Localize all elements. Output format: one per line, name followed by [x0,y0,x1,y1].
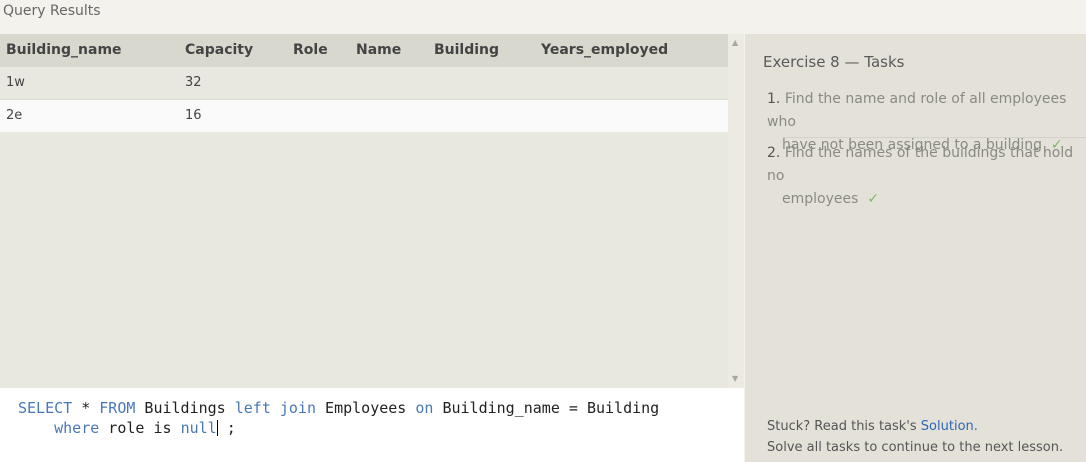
table-row: 2e 16 [0,100,728,132]
task-text: Find the names of the buildings that hol… [767,145,1074,184]
column-header-name: Name [356,42,402,58]
task-text: employees [782,191,859,207]
task-line: 1. Find the name and role of all employe… [767,88,1085,134]
sql-keyword: on [415,399,434,417]
sql-text: Building_name = Building [433,399,660,417]
triangle-down-icon[interactable]: ▼ [732,375,738,383]
column-header-role: Role [293,42,328,58]
continue-hint: Solve all tasks to continue to the next … [767,440,1064,455]
results-table: Building_name Capacity Role Name Buildin… [0,34,728,388]
task-divider [782,137,1086,138]
column-header-capacity: Capacity [185,42,254,58]
query-results-header: Query Results [0,0,744,34]
task-number: 2. [767,145,781,161]
sql-text: Employees [316,399,416,417]
stuck-hint: Stuck? Read this task's Solution. [767,419,978,434]
sql-exercise-app: Query Results Building_name Capacity Rol… [0,0,1086,462]
tasks-panel: Exercise 8 — Tasks 1. Find the name and … [745,34,1086,462]
column-header-years-employed: Years_employed [541,42,669,58]
sql-text: Buildings [135,399,235,417]
table-cell: 1w [6,75,25,90]
sql-keyword: where [54,419,100,437]
query-results-title: Query Results [3,3,101,19]
table-cell: 2e [6,108,23,123]
task-item: 2. Find the names of the buildings that … [767,142,1085,211]
sql-text: ; [217,419,236,437]
sql-editor[interactable]: SELECT * FROM Buildings left join Employ… [0,388,744,462]
sql-indent [18,419,54,437]
task-number: 1. [767,91,781,107]
sql-text: * [72,399,100,417]
column-header-building: Building [434,42,500,58]
sql-text: role is [99,419,181,437]
checkmark-icon: ✓ [867,191,880,207]
column-header-building-name: Building_name [6,42,122,58]
sql-keyword: null [180,419,217,437]
sql-keyword: FROM [99,399,136,417]
sql-keyword: SELECT [18,399,73,417]
solution-link[interactable]: Solution. [921,419,978,434]
sql-code[interactable]: SELECT * FROM Buildings left join Employ… [18,398,659,438]
exercise-title: Exercise 8 — Tasks [763,53,905,71]
task-text: Find the name and role of all employees … [767,91,1067,130]
sql-keyword: left join [234,399,317,417]
stuck-hint-text: Stuck? Read this task's [767,419,921,434]
task-line: employees ✓ [767,188,1085,211]
triangle-up-icon[interactable]: ▲ [732,39,738,47]
table-cell: 32 [185,75,202,90]
table-cell: 16 [185,108,202,123]
results-scrollbar[interactable]: ▲ ▼ [728,34,744,388]
task-line: 2. Find the names of the buildings that … [767,142,1085,188]
table-header-row: Building_name Capacity Role Name Buildin… [0,34,728,67]
table-row: 1w 32 [0,67,728,100]
